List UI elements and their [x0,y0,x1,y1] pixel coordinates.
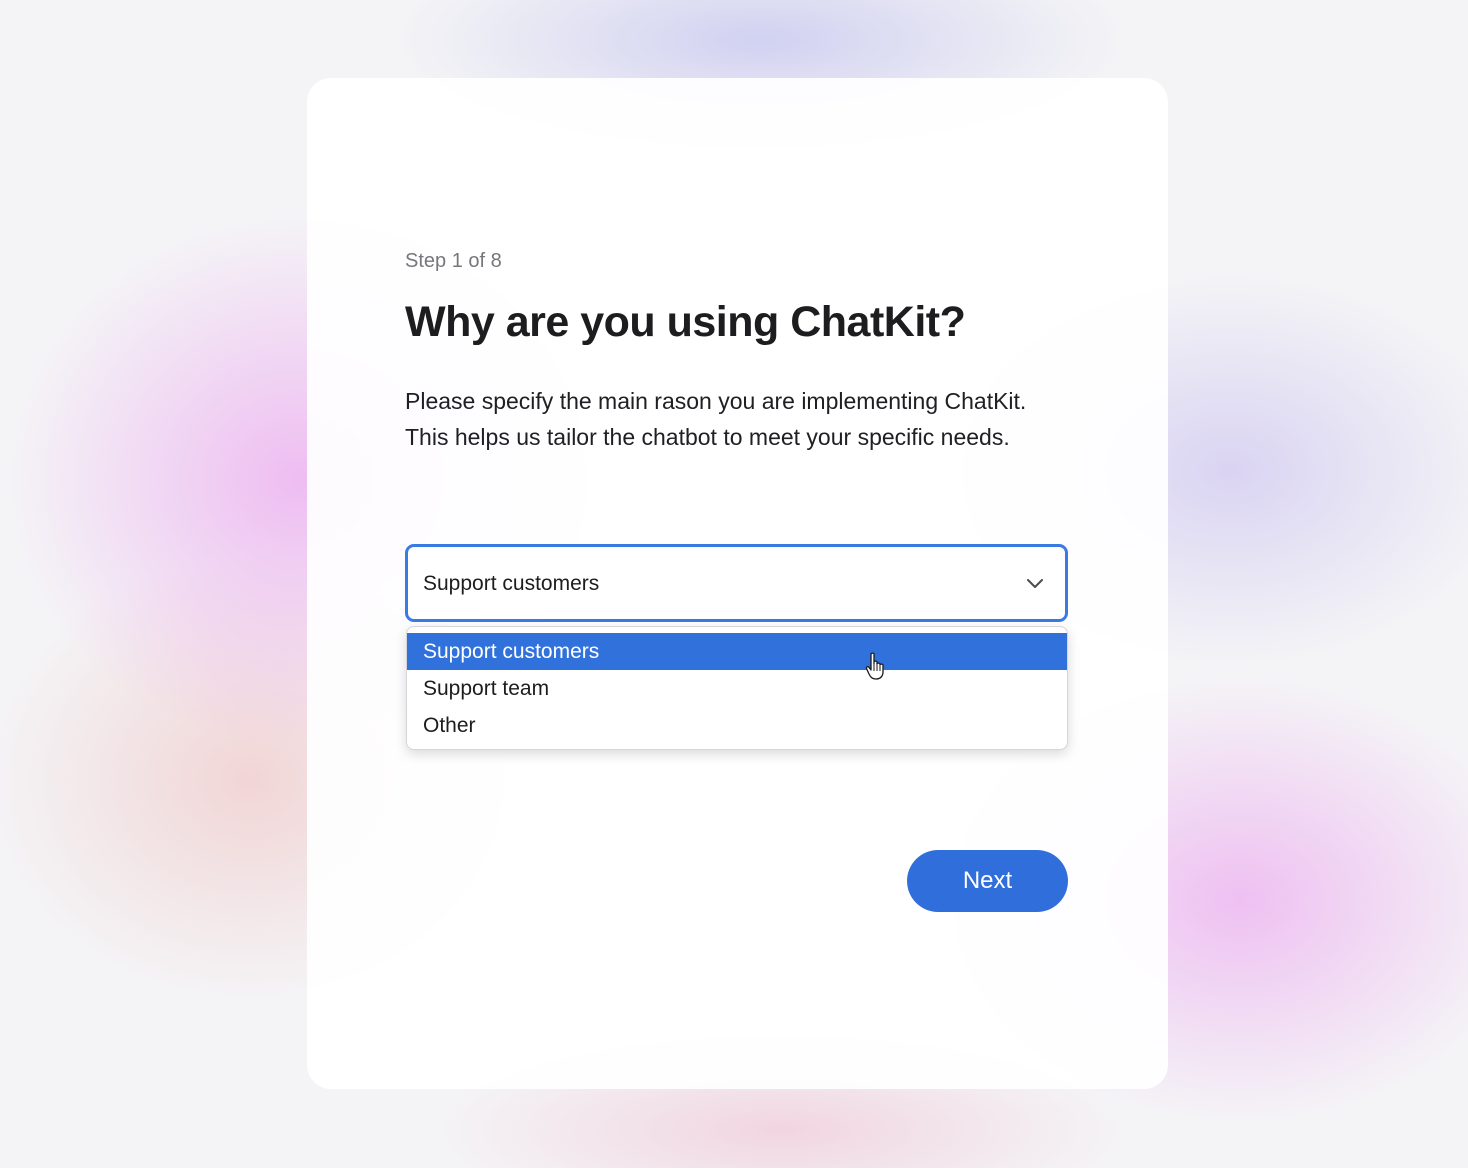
page-title: Why are you using ChatKit? [405,298,966,346]
description-line-1: Please specify the main rason you are im… [405,388,1027,414]
step-indicator: Step 1 of 8 [405,250,502,272]
description-line-2: This helps us tailor the chatbot to meet… [405,424,1010,450]
option-support-customers[interactable]: Support customers [407,633,1067,670]
option-support-team[interactable]: Support team [407,670,1067,707]
reason-select-value: Support customers [423,572,600,595]
page-description: Please specify the main rason you are im… [405,383,1085,455]
option-other[interactable]: Other [407,707,1067,744]
chevron-down-icon [1027,579,1043,588]
hand-pointer-icon [865,652,884,680]
next-button[interactable]: Next [907,850,1068,912]
reason-select[interactable]: Support customers [405,544,1068,622]
reason-dropdown-list: Support customers Support team Other [406,626,1068,750]
onboarding-card: Step 1 of 8 Why are you using ChatKit? P… [307,78,1168,1089]
